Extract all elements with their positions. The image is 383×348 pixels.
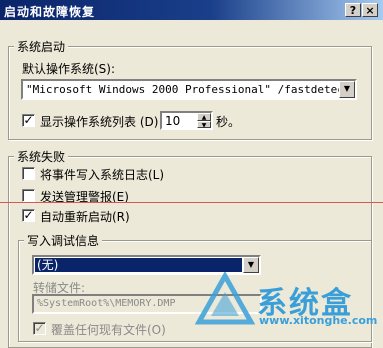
debug-info-legend: 写入调试信息 (24, 232, 103, 249)
write-event-label[interactable]: 将事件写入系统日志(L) (40, 166, 164, 183)
watermark-url: www.xitonghe.com (259, 314, 378, 327)
checkmark-icon: ✓ (23, 208, 34, 222)
spin-down-icon[interactable]: ▼ (197, 120, 211, 128)
show-list-checkbox[interactable]: ✓ (22, 114, 35, 127)
chevron-down-icon[interactable]: ▼ (243, 257, 259, 273)
divider (0, 202, 383, 203)
seconds-value: 10 (165, 114, 181, 128)
system-failure-legend: 系统失败 (14, 148, 69, 165)
spin-up-icon[interactable]: ▲ (197, 113, 211, 121)
send-alert-checkbox[interactable] (22, 189, 35, 202)
show-list-label[interactable]: 显示操作系统列表 (D) (40, 113, 158, 130)
title-bar[interactable]: 启动和故障恢复 ? × (0, 0, 383, 20)
dump-type-value: (无) (35, 258, 242, 272)
dump-file-value: %SystemRoot%\MEMORY.DMP (37, 298, 176, 309)
watermark: 系统盒 www.xitonghe.com (195, 272, 383, 334)
window-title: 启动和故障恢复 (4, 5, 96, 19)
seconds-unit: 秒。 (216, 115, 241, 129)
help-button[interactable]: ? (345, 3, 361, 17)
seconds-spinner[interactable]: 10 ▲ ▼ (160, 111, 213, 130)
overwrite-label[interactable]: 覆盖任何现有文件(O) (51, 321, 166, 338)
chevron-down-icon[interactable]: ▼ (339, 81, 355, 98)
default-os-select[interactable]: "Microsoft Windows 2000 Professional" /f… (21, 79, 357, 100)
checkmark-icon: ✓ (23, 113, 34, 127)
checkmark-icon: ✓ (34, 321, 45, 335)
default-os-label: 默认操作系统(S): (22, 62, 116, 76)
show-list-text: 显示操作系统列表 (40, 115, 137, 129)
auto-restart-label[interactable]: 自动重新启动(R) (40, 208, 130, 225)
auto-restart-checkbox[interactable]: ✓ (22, 209, 35, 222)
close-button[interactable]: × (362, 3, 378, 17)
overwrite-checkbox[interactable]: ✓ (33, 322, 46, 335)
write-event-checkbox[interactable] (22, 167, 35, 180)
default-os-value: "Microsoft Windows 2000 Professional" /f… (26, 83, 351, 96)
show-list-key: (D) (139, 115, 159, 129)
xitonghe-logo-icon (195, 272, 255, 325)
system-startup-legend: 系统启动 (14, 38, 69, 55)
